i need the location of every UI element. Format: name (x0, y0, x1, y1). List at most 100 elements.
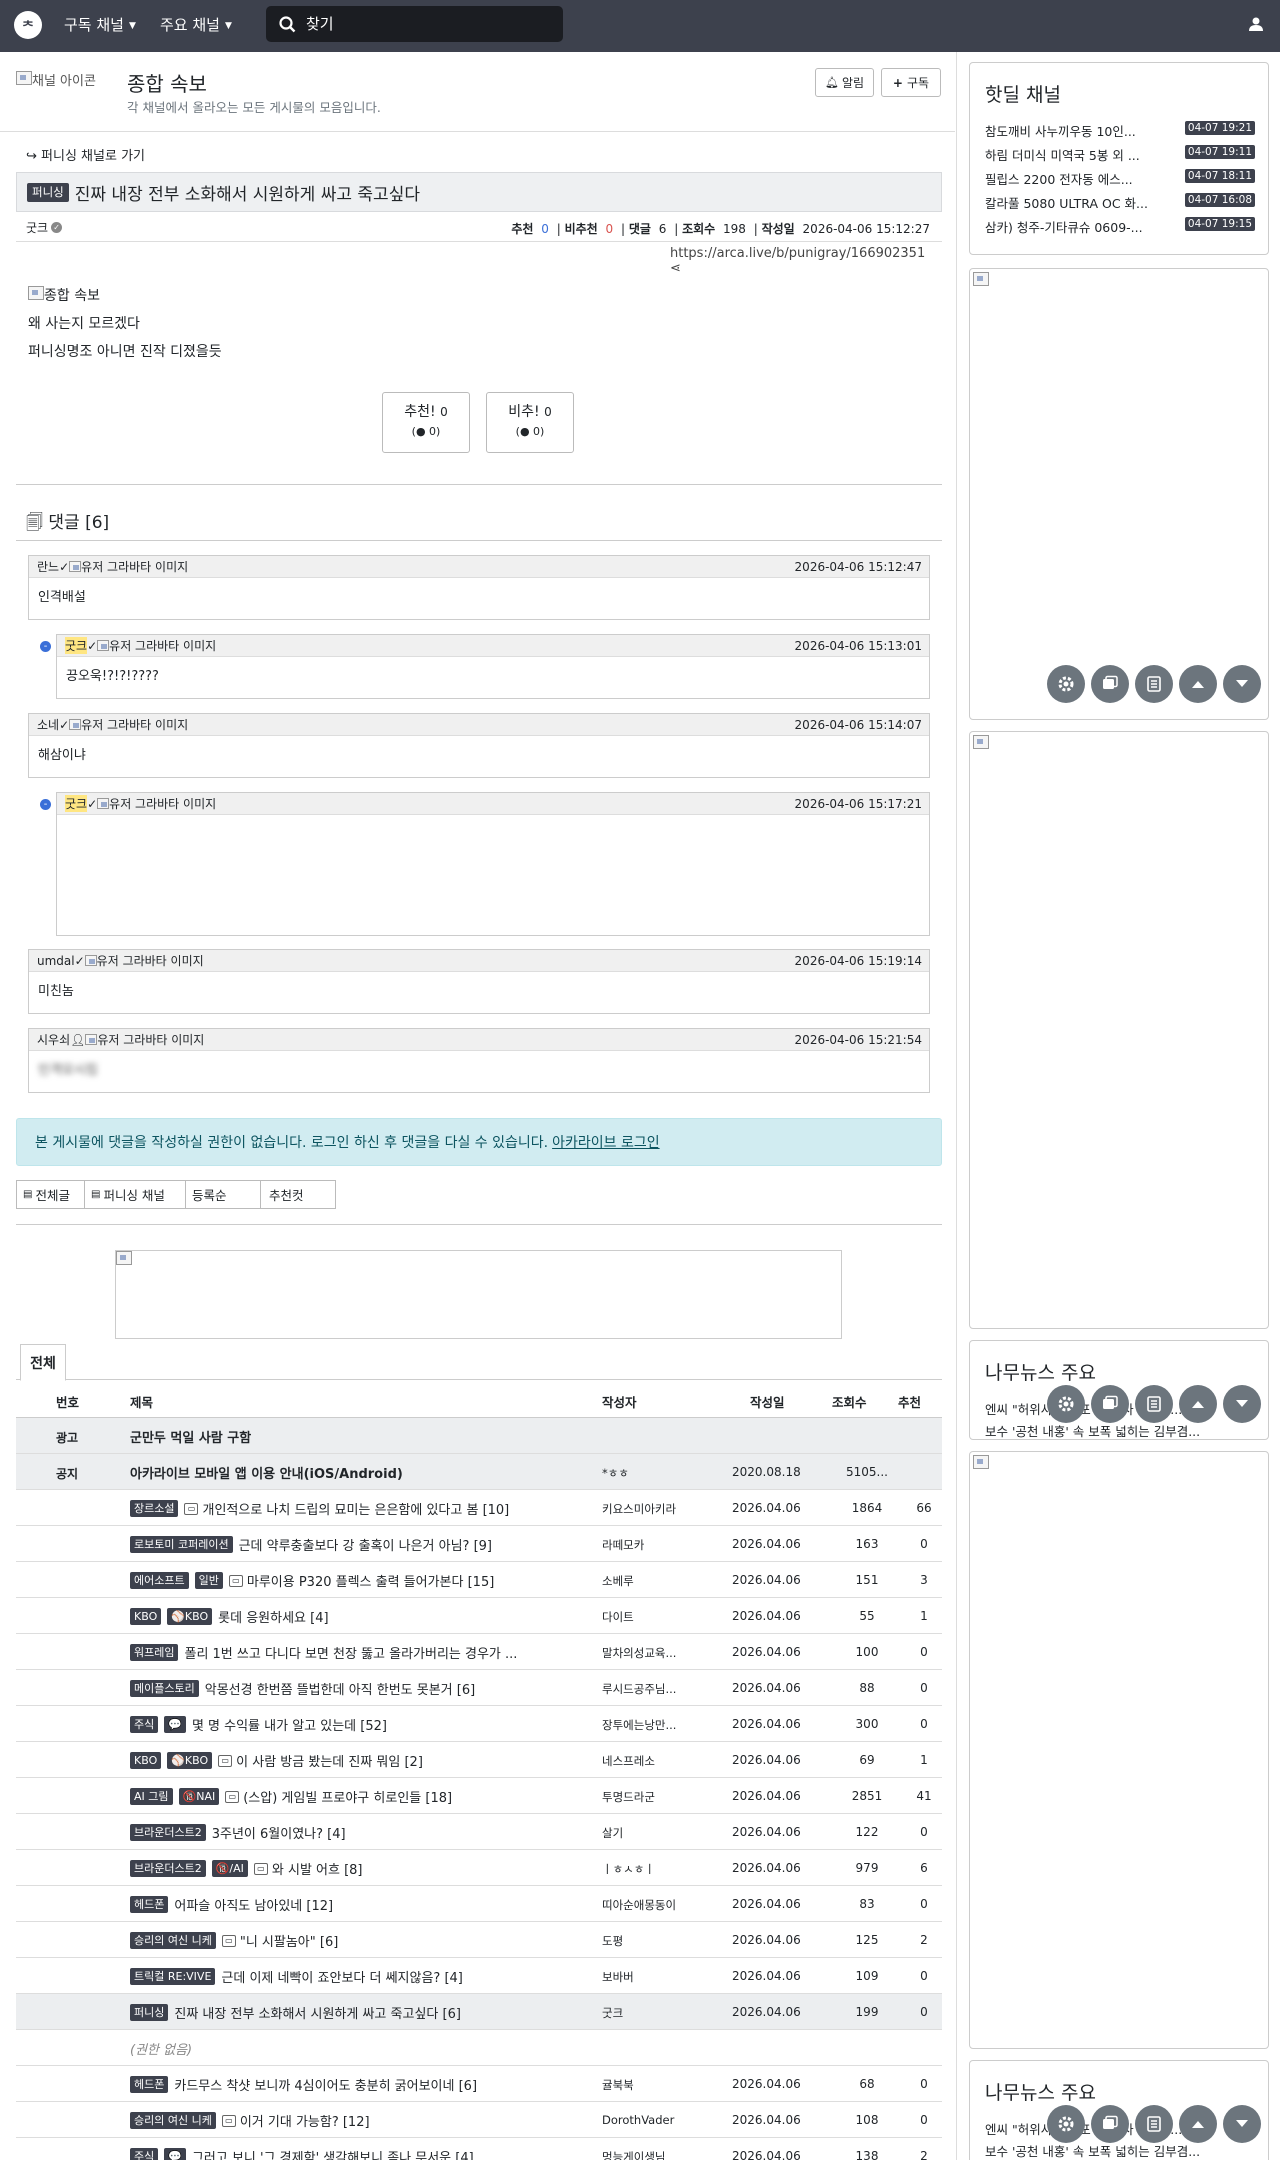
row-title-cell[interactable]: 에어소프트 일반 ▭ 마루이용 P320 플렉스 출력 들어가본다 [15] (130, 1571, 606, 1590)
row-author[interactable]: 말차의성교육... (602, 1645, 710, 1661)
row-author[interactable]: ㅣㅎㅅㅎㅣ (602, 1861, 710, 1877)
category-badge[interactable]: 일반 (194, 1572, 223, 1589)
row-author[interactable]: 다이트 (602, 1609, 710, 1625)
row-title-cell[interactable]: 헤드폰 어파슬 아직도 남아있네 [12] (130, 1895, 606, 1914)
share-icon[interactable]: ⋖ (670, 261, 681, 276)
table-row[interactable]: 에어소프트 일반 ▭ 마루이용 P320 플렉스 출력 들어가본다 [15] 소베루 20… (16, 1562, 942, 1598)
settings-button[interactable] (1047, 2105, 1085, 2143)
row-author[interactable]: 라떼모카 (602, 1537, 710, 1553)
search-input[interactable] (306, 15, 536, 33)
table-row[interactable]: 승리의 여신 니케 ▭ "니 시팔놈아" [6] 도평 2026.04.06 125 2 (16, 1922, 942, 1958)
row-author[interactable]: 소베루 (602, 1573, 710, 1589)
row-author[interactable]: 보바버 (602, 1969, 710, 1985)
category-badge[interactable]: 워프레임 (130, 1644, 179, 1661)
hotdeal-item[interactable]: 필립스 2200 전자동 에스... 04-07 18:11 (985, 169, 1255, 188)
category-badge[interactable]: 브라운더스트2 (130, 1824, 206, 1841)
row-title-cell[interactable]: 워프레임 폴리 1번 쓰고 다니다 보면 천장 뚫고 올라가버리는 경우가 ... (130, 1643, 606, 1662)
channel-title[interactable]: 종합 속보 (127, 68, 207, 97)
scroll-bottom-button[interactable] (1223, 1385, 1261, 1423)
comments-button[interactable] (1091, 665, 1129, 703)
hotdeal-item[interactable]: 삼카) 청주-기타큐슈 0609-... 04-07 19:15 (985, 217, 1255, 236)
row-author[interactable]: 루시드공주님... (602, 1681, 710, 1697)
row-title-cell[interactable]: 주식 💬 그러고 보니 '그 경제학' 생각해보니 좀나 무서운 [4] (130, 2147, 606, 2160)
row-title-cell[interactable]: 군만두 먹일 사람 구함 (130, 1427, 606, 1446)
row-title-cell[interactable]: 아카라이브 모바일 앱 이용 안내(iOS/Android) (130, 1463, 606, 1482)
category-badge[interactable]: ⚾KBO (167, 1608, 213, 1625)
table-row[interactable]: 헤드폰 어파슬 아직도 남아있네 [12] 띠아순애몽동이 2026.04.06 83 0 (16, 1886, 942, 1922)
ad-banner[interactable] (115, 1250, 842, 1339)
comment-author[interactable]: 소네 (37, 716, 59, 733)
category-badge[interactable]: ⚾KBO (167, 1752, 213, 1769)
row-title-cell[interactable]: 퍼니싱 진짜 내장 전부 소화해서 시원하게 싸고 죽고싶다 [6] (130, 2003, 606, 2022)
comment-author[interactable]: umdal (37, 954, 75, 968)
news-title[interactable]: 나무뉴스 주요 (985, 2078, 1096, 2105)
main-channels-dropdown[interactable]: 주요 채널 ▼ (160, 14, 232, 35)
row-author[interactable]: 굿크 (602, 2005, 710, 2021)
category-badge[interactable]: 헤드폰 (130, 1896, 169, 1913)
category-badge[interactable]: 헤드폰 (130, 2076, 169, 2093)
login-link[interactable]: 아카라이브 로그인 (552, 1132, 660, 1152)
comment-author[interactable]: 란느 (37, 558, 59, 575)
table-row[interactable]: 주식 💬 그러고 보니 '그 경제학' 생각해보니 좀나 무서운 [4] 멍능게이생님… (16, 2138, 942, 2160)
table-row[interactable]: 브라운더스트2 🔞/AI ▭ 와 시발 어흐 [8] ㅣㅎㅅㅎㅣ 2026.04.06 97… (16, 1850, 942, 1886)
news-title[interactable]: 나무뉴스 주요 (985, 1358, 1096, 1385)
sidebar-ad[interactable] (969, 731, 1269, 1329)
site-logo[interactable]: ᄎ (14, 11, 42, 39)
category-badge[interactable]: 🔞/AI (211, 1860, 248, 1877)
subscribe-button[interactable]: + 구독 (881, 68, 941, 97)
category-badge[interactable]: 로보토미 코퍼레이션 (130, 1536, 233, 1553)
news-item[interactable]: 보수 '공천 내홍' 속 보폭 넓히는 김부겸... (985, 1421, 1255, 1439)
table-row[interactable]: 트릭컬 RE:VIVE 근데 이제 네빡이 죠안보다 더 쎄지않음? [4] 보바버… (16, 1958, 942, 1994)
category-badge[interactable]: 주식 (130, 2148, 159, 2160)
row-author[interactable]: 도평 (602, 1933, 710, 1949)
news-item[interactable]: 보수 '공천 내홍' 속 보폭 넓히는 김부겸... (985, 2141, 1255, 2160)
row-author[interactable]: 살기 (602, 1825, 710, 1841)
row-title-cell[interactable]: KBO ⚾KBO ▭ 이 사람 방금 봤는데 진짜 뭐임 [2] (130, 1751, 606, 1770)
table-row[interactable]: 퍼니싱 진짜 내장 전부 소화해서 시원하게 싸고 죽고싶다 [6] 굿크 2026.… (16, 1994, 942, 2030)
row-author[interactable]: 투명드라군 (602, 1789, 710, 1805)
table-row[interactable]: 장르소설 ▭ 개인적으로 나치 드립의 묘미는 은은함에 있다고 봄 [10] 키요스… (16, 1490, 942, 1526)
scroll-bottom-button[interactable] (1223, 665, 1261, 703)
row-title-cell[interactable]: 브라운더스트2 3주년이 6월이였나? [4] (130, 1823, 606, 1842)
table-row[interactable]: 브라운더스트2 3주년이 6월이였나? [4] 살기 2026.04.06 122 0 (16, 1814, 942, 1850)
vote-up-button[interactable]: 추천! 0 (● 0) (382, 392, 470, 453)
table-row[interactable]: 공지 아카라이브 모바일 앱 이용 안내(iOS/Android) *ㅎㅎ 2020.… (16, 1454, 942, 1490)
tab-board-all[interactable]: 전체 (20, 1344, 66, 1381)
comment-author[interactable]: 굿크 (65, 637, 88, 654)
table-row[interactable]: 헤드폰 카드무스 착샷 보니까 4심이어도 충분히 굵어보이네 [6] 귤북북 202… (16, 2066, 942, 2102)
scroll-top-button[interactable] (1179, 665, 1217, 703)
hotdeal-item[interactable]: 참도깨비 사누끼우동 10인... 04-07 19:21 (985, 121, 1255, 140)
table-row[interactable]: 광고 군만두 먹일 사람 구함 (16, 1418, 942, 1454)
alarm-button[interactable]: 🔔︎ 알림 (815, 68, 874, 97)
row-author[interactable]: 띠아순애몽동이 (602, 1897, 710, 1913)
row-author[interactable]: *ㅎㅎ (602, 1465, 710, 1481)
table-row[interactable]: 주식 💬 몇 명 수익률 내가 알고 있는데 [52] 장투에는낭만... 2026.0… (16, 1706, 942, 1742)
back-to-channel-link[interactable]: ↪ 퍼니싱 채널로 가기 (26, 145, 145, 164)
subscribed-channels-dropdown[interactable]: 구독 채널 ▼ (64, 14, 136, 35)
user-icon[interactable] (1248, 16, 1264, 32)
tab-all-posts[interactable]: ▤ 전체글 (16, 1180, 85, 1209)
category-badge[interactable]: 승리의 여신 니케 (130, 2112, 216, 2129)
row-title-cell[interactable]: 주식 💬 몇 명 수익률 내가 알고 있는데 [52] (130, 1715, 606, 1734)
category-badge[interactable]: 장르소설 (130, 1500, 179, 1517)
row-title-cell[interactable]: (권한 없음) (130, 2039, 606, 2058)
row-author[interactable]: 네스프레소 (602, 1753, 710, 1769)
row-title-cell[interactable]: 트릭컬 RE:VIVE 근데 이제 네빡이 죠안보다 더 쎄지않음? [4] (130, 1967, 606, 1986)
comment-author[interactable]: 시우쇠 (37, 1031, 70, 1048)
search-box[interactable] (266, 6, 563, 42)
scroll-top-button[interactable] (1179, 1385, 1217, 1423)
table-row[interactable]: KBO ⚾KBO ▭ 이 사람 방금 봤는데 진짜 뭐임 [2] 네스프레소 2026.0… (16, 1742, 942, 1778)
row-author[interactable]: 키요스미아키라 (602, 1501, 710, 1517)
hotdeal-title[interactable]: 핫딜 채널 (985, 80, 1061, 107)
vote-down-button[interactable]: 비추! 0 (● 0) (486, 392, 574, 453)
settings-button[interactable] (1047, 1385, 1085, 1423)
table-row[interactable]: AI 그림 🔞NAI ▭ (스압) 게임빌 프로야구 히로인들 [18] 투명드라군 20… (16, 1778, 942, 1814)
category-badge[interactable]: 퍼니싱 (130, 2004, 169, 2021)
row-title-cell[interactable]: 승리의 여신 니케 ▭ 이거 기대 가능함? [12] (130, 2111, 606, 2130)
row-title-cell[interactable]: 승리의 여신 니케 ▭ "니 시팔놈아" [6] (130, 1931, 606, 1950)
tab-best-cut[interactable]: 추천컷 (260, 1180, 336, 1209)
table-row[interactable]: (권한 없음) (16, 2030, 942, 2066)
comments-button[interactable] (1091, 2105, 1129, 2143)
tab-channel[interactable]: ▤ 퍼니싱 채널 (84, 1180, 186, 1209)
sidebar-ad[interactable] (969, 268, 1269, 720)
